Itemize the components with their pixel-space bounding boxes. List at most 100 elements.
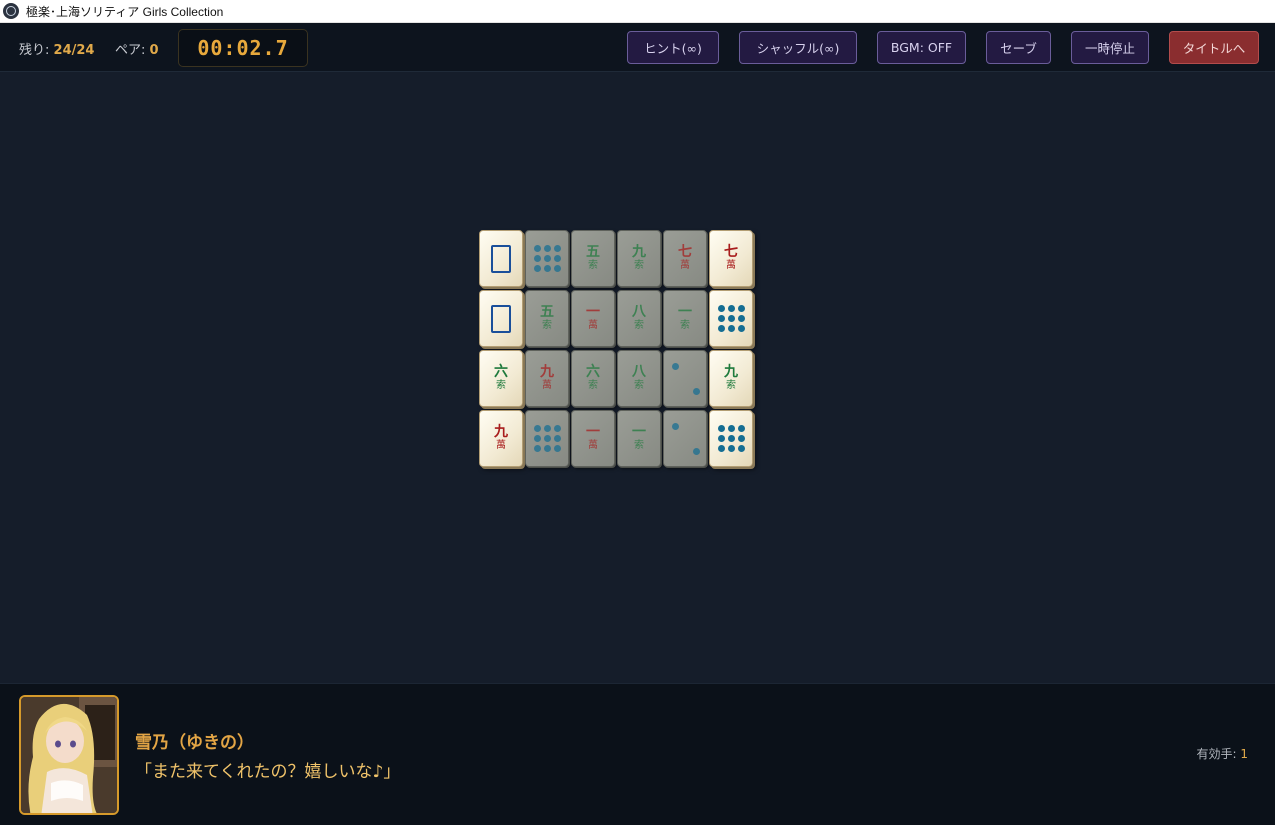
tile-suit: 萬: [726, 260, 736, 271]
pairs-label: ペア:: [115, 43, 146, 58]
pip: [553, 245, 561, 252]
tile-suit: 索: [634, 320, 644, 331]
circle-pips-9: [533, 425, 561, 452]
mahjong-tile[interactable]: 六索: [479, 350, 523, 407]
pip: [693, 387, 700, 395]
pip: [727, 305, 735, 312]
white-dragon-frame: [491, 244, 511, 273]
mahjong-tile[interactable]: [525, 410, 569, 467]
game-timer: 00:02.7: [178, 29, 308, 67]
mahjong-tile[interactable]: [709, 290, 753, 347]
available-moves-label: 有効手:: [1196, 747, 1237, 761]
mahjong-tile[interactable]: 九萬: [479, 410, 523, 467]
pip: [553, 445, 561, 452]
tile-number: 九: [632, 244, 646, 260]
tile-suit: 索: [496, 380, 506, 391]
hint-button[interactable]: ヒント(∞): [627, 31, 719, 64]
mahjong-tile[interactable]: [663, 410, 707, 467]
pip: [727, 315, 735, 322]
tile-suit: 索: [726, 380, 736, 391]
pause-button[interactable]: 一時停止: [1071, 31, 1149, 64]
tile-number: 一: [632, 424, 646, 440]
mahjong-tile[interactable]: 九索: [709, 350, 753, 407]
pip: [717, 445, 725, 452]
circle-pips-9: [717, 425, 745, 452]
mahjong-tile[interactable]: 七萬: [709, 230, 753, 287]
save-button[interactable]: セーブ: [986, 31, 1051, 64]
mahjong-tile[interactable]: 六索: [571, 350, 615, 407]
mahjong-tile[interactable]: 五索: [525, 290, 569, 347]
mahjong-tile[interactable]: 七萬: [663, 230, 707, 287]
mahjong-tile[interactable]: 九萬: [525, 350, 569, 407]
dialogue-line: 「また来てくれたの？嬉しいな♪」: [135, 762, 401, 782]
tile-suit: 索: [542, 320, 552, 331]
window-titlebar: 極楽･上海ソリティア Girls Collection: [0, 0, 1275, 23]
tile-number: 一: [678, 304, 692, 320]
pip: [672, 362, 679, 370]
circle-pips-9: [533, 245, 561, 272]
pip: [543, 245, 551, 252]
tile-number: 五: [586, 244, 600, 260]
pip: [553, 265, 561, 272]
back-to-title-button[interactable]: タイトルへ: [1169, 31, 1259, 64]
mahjong-tile[interactable]: 一索: [663, 290, 707, 347]
pip: [727, 445, 735, 452]
pip: [543, 445, 551, 452]
white-dragon-frame: [491, 304, 511, 333]
tile-number: 一: [586, 424, 600, 440]
mahjong-tile[interactable]: 八索: [617, 290, 661, 347]
mahjong-tile[interactable]: 一索: [617, 410, 661, 467]
tile-suit: 索: [680, 320, 690, 331]
pip: [543, 265, 551, 272]
mahjong-tile[interactable]: [663, 350, 707, 407]
mahjong-tile[interactable]: [479, 290, 523, 347]
mahjong-tile[interactable]: 一萬: [571, 410, 615, 467]
pip: [533, 445, 541, 452]
pip: [737, 435, 745, 442]
pip: [737, 325, 745, 332]
circle-pips-2: [670, 419, 700, 459]
window-title: 極楽･上海ソリティア Girls Collection: [26, 4, 224, 19]
shuffle-button[interactable]: シャッフル(∞): [739, 31, 857, 64]
pip: [727, 325, 735, 332]
pip: [533, 435, 541, 442]
circle-pips-2: [670, 359, 700, 399]
mahjong-board: 五索九索七萬七萬五索一萬八索一索六索九萬六索八索九索九萬一萬一索: [0, 73, 1275, 683]
tile-suit: 萬: [680, 260, 690, 271]
pip: [717, 305, 725, 312]
tile-number: 六: [494, 364, 508, 380]
mahjong-tile[interactable]: 八索: [617, 350, 661, 407]
tile-number: 一: [586, 304, 600, 320]
tile-suit: 萬: [496, 440, 506, 451]
mahjong-tile[interactable]: [709, 410, 753, 467]
available-moves: 有効手: 1: [1196, 745, 1248, 762]
app-icon: [3, 3, 19, 19]
mahjong-tile[interactable]: [525, 230, 569, 287]
remaining-value: 24/24: [53, 43, 95, 58]
mahjong-tile[interactable]: [479, 230, 523, 287]
pip: [533, 255, 541, 262]
pip: [553, 435, 561, 442]
mahjong-tile[interactable]: 五索: [571, 230, 615, 287]
tile-number: 九: [724, 364, 738, 380]
pip: [737, 425, 745, 432]
pip: [543, 255, 551, 262]
tile-number: 六: [586, 364, 600, 380]
tile-suit: 索: [634, 440, 644, 451]
pairs-value: 0: [149, 43, 159, 58]
pip: [553, 255, 561, 262]
pip: [717, 325, 725, 332]
remaining-label: 残り:: [19, 43, 50, 58]
pip: [737, 315, 745, 322]
pip: [543, 435, 551, 442]
bgm-toggle-button[interactable]: BGM: OFF: [877, 31, 966, 64]
pip: [672, 422, 679, 430]
dialogue-panel: 雪乃（ゆきの） 「また来てくれたの？嬉しいな♪」 有効手: 1: [0, 683, 1275, 825]
mahjong-tile[interactable]: 一萬: [571, 290, 615, 347]
pip: [717, 315, 725, 322]
mahjong-tile[interactable]: 九索: [617, 230, 661, 287]
pip: [737, 305, 745, 312]
tile-suit: 索: [588, 380, 598, 391]
tile-suit: 索: [634, 380, 644, 391]
pip: [727, 425, 735, 432]
